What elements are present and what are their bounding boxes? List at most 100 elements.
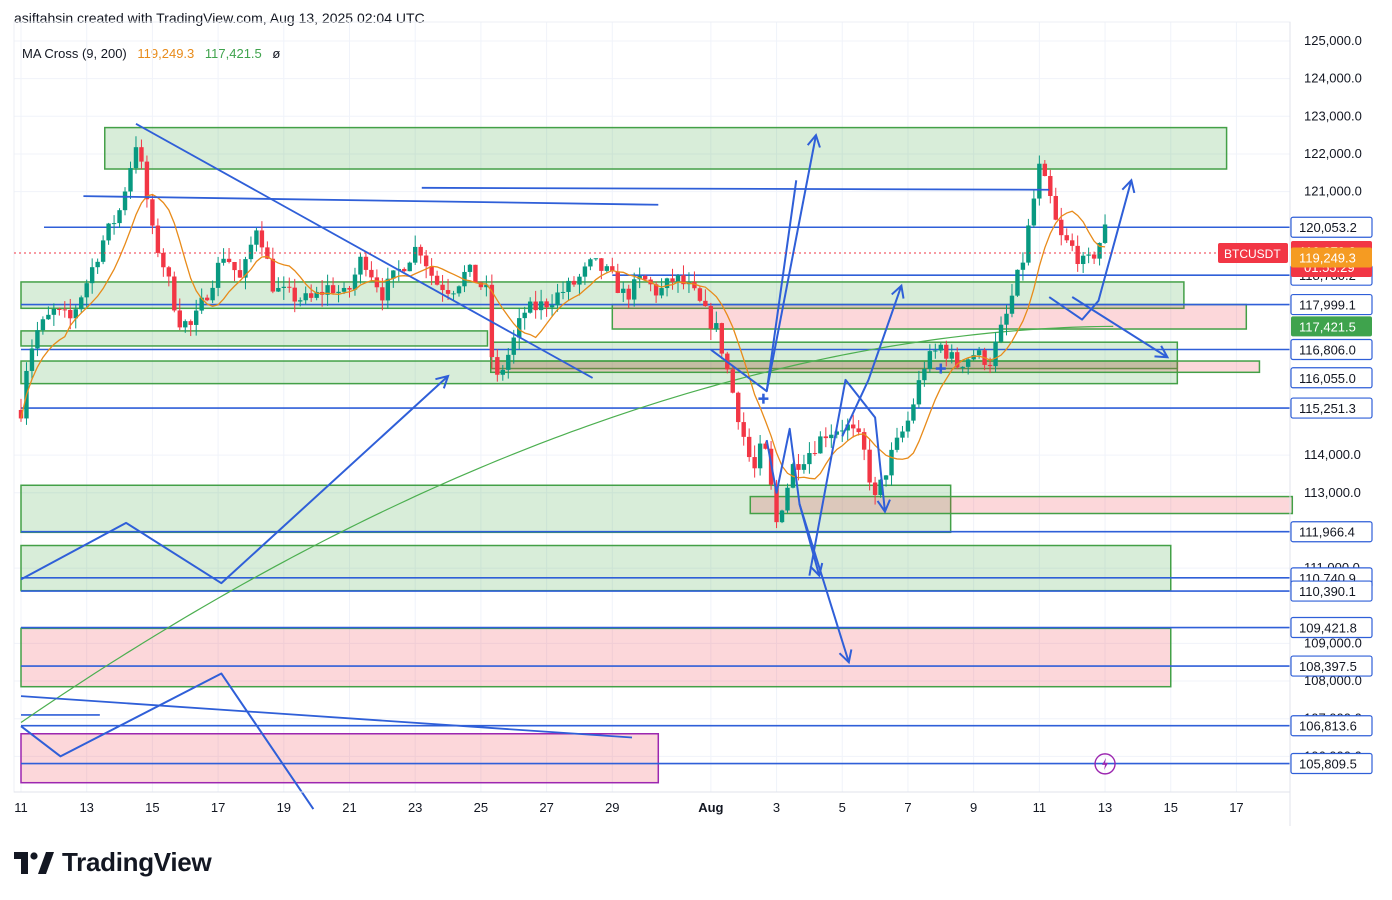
candle-body [106,223,111,241]
price-tick-label: 124,000.0 [1304,71,1362,86]
candle-body [746,436,752,458]
candle-body [341,287,347,292]
level-label: 120,053.2 [1299,220,1357,235]
candle-body [571,280,577,285]
candle-body [883,475,889,480]
candle-body [960,366,965,368]
candle-body [29,348,35,371]
candle-body [117,210,122,224]
candle-body [451,293,456,295]
candle-body [456,286,462,294]
candle-body [183,321,188,328]
candle-body [566,280,571,292]
candle-body [894,437,900,450]
candle-body [675,275,681,282]
time-tick-label: 17 [211,800,225,815]
candle-body [993,341,998,367]
candle-body [100,240,106,262]
candle-body [35,330,40,349]
candle-body [161,252,166,268]
candle-body [1004,313,1009,325]
candle-body [922,368,927,381]
candle-body [1059,219,1064,236]
price-badge-value: 119,249.3 [1299,251,1356,266]
candle-body [1075,245,1080,265]
candle-body [1031,198,1037,226]
candle-body [823,436,829,439]
candle-body [829,434,834,439]
candle-body [867,449,872,483]
candle-body [752,457,757,469]
candle-body [812,453,818,455]
candle-body [1080,255,1086,265]
price-axis[interactable]: 125,000.0 124,000.0 123,000.0 122,000.0 121,… [1289,22,1362,826]
candle-body [1086,254,1091,256]
candle-body [785,487,790,511]
time-tick-label: 19 [277,800,291,815]
candle-body [79,297,84,310]
price-tick-label: 121,000.0 [1304,184,1362,199]
candle-body [248,244,254,260]
supply-zone [20,627,1172,688]
candle-body [527,301,533,313]
candle-body [467,264,473,272]
time-tick-label: 21 [342,800,356,815]
candle-body [369,269,374,278]
candle-body [1015,269,1020,296]
candle-body [194,310,199,325]
candle-body [872,482,878,495]
level-label: 116,055.0 [1299,371,1356,386]
time-axis[interactable]: 11 13 15 17 19 21 23 25 27 29 Aug 3 5 7 9 11 13 15 17 [14,791,1290,815]
candle-body [40,319,46,331]
trend-line [83,195,659,206]
candle-body [363,256,369,270]
trend-line [20,695,633,739]
candle-body [237,270,243,278]
candle-body [166,267,172,277]
candle-body [276,287,281,292]
level-label: 115,251.3 [1299,401,1356,416]
candle-body [133,147,139,169]
tradingview-brand[interactable]: TradingView [14,847,212,878]
candle-body [1026,225,1031,263]
candle-body [916,380,922,405]
candle-body [347,287,352,290]
candle-body [719,323,724,354]
candle-body [944,344,949,359]
time-tick-label: 17 [1229,800,1243,815]
time-tick-label: 5 [839,800,846,815]
candle-body [670,278,675,282]
level-label: 108,397.5 [1299,659,1357,674]
candle-body [423,255,429,267]
candle-body [1009,295,1015,314]
time-tick-label: 27 [539,800,553,815]
candle-body [1020,262,1026,270]
candle-body [632,279,637,300]
symbol-badge-label: BTCUSDT [1224,247,1281,261]
candle-body [111,223,117,225]
candle-body [358,256,363,275]
candle-body [577,276,582,285]
candle-body [473,264,478,283]
candle-body [818,436,823,454]
candle-body [965,359,971,367]
candle-body [851,424,856,429]
demand-zone [20,544,1172,592]
candle-body [287,286,292,288]
candle-body [626,288,631,300]
candle-body [889,449,894,476]
candle-body [413,246,418,263]
candle-body [714,323,719,329]
price-tick-label: 114,000.0 [1304,447,1361,462]
time-tick-label: 9 [970,800,977,815]
candle-body [1048,176,1053,196]
candle-body [215,262,221,288]
candle-body [1037,163,1042,199]
time-tick-label: 11 [1033,800,1047,815]
candle-body [352,274,358,290]
price-chart[interactable]: 125,000.0 124,000.0 123,000.0 122,000.0 121,… [0,0,1392,840]
candle-body [204,297,210,301]
candle-body [210,287,215,301]
candle-body [588,259,593,267]
candle-body [500,369,505,375]
